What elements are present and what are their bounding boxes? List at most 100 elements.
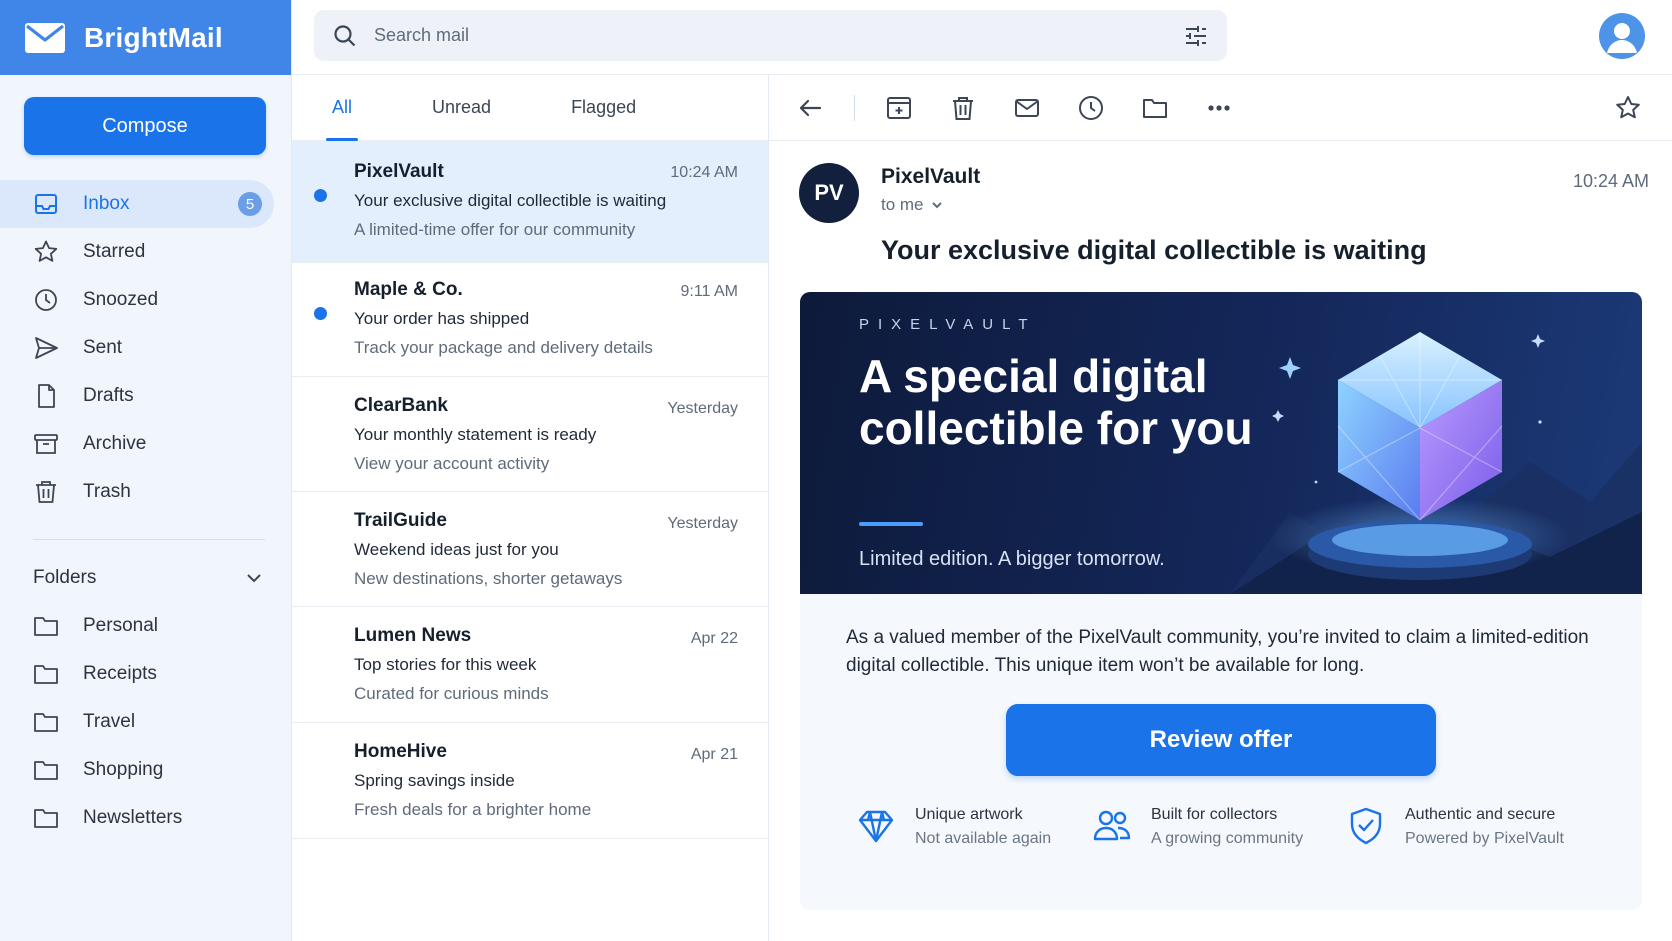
more-options-icon[interactable] xyxy=(1205,94,1233,122)
tab-all[interactable]: All xyxy=(316,75,368,141)
message-row[interactable]: HomeHive Apr 21 Spring savings inside Fr… xyxy=(292,723,768,839)
message-time: 10:24 AM xyxy=(1572,171,1649,191)
folder-item-newsletters[interactable]: Newsletters xyxy=(0,794,292,842)
brand-header[interactable]: BrightMail xyxy=(0,0,291,75)
search-bar[interactable] xyxy=(314,10,1227,61)
recipient-details[interactable]: to me xyxy=(881,195,944,215)
feature-title: Unique artwork xyxy=(915,806,1023,823)
star-icon[interactable] xyxy=(1614,94,1642,122)
folder-item-shopping[interactable]: Shopping xyxy=(0,746,292,794)
shield-icon xyxy=(1350,807,1382,845)
diamond-icon xyxy=(858,810,894,843)
sidebar-item-label: Inbox xyxy=(83,193,130,214)
sidebar-item-archive[interactable]: Archive xyxy=(0,420,292,468)
banner-tagline: Limited edition. A bigger tomorrow. xyxy=(859,548,1165,570)
compose-button[interactable]: Compose xyxy=(24,97,266,155)
sidebar-item-starred[interactable]: Starred xyxy=(0,228,292,276)
sidebar-item-inbox[interactable]: Inbox 5 xyxy=(0,180,274,228)
sidebar: BrightMail Compose Inbox 5 Starred Snooz… xyxy=(0,0,292,941)
message-subject-heading: Your exclusive digital collectible is wa… xyxy=(881,235,1427,265)
move-to-folder-icon[interactable] xyxy=(1141,94,1169,122)
message-toolbar xyxy=(769,75,1672,141)
message-row[interactable]: TrailGuide Yesterday Weekend ideas just … xyxy=(292,492,768,607)
recipient-label: to me xyxy=(881,195,924,214)
banner-headline: A special digital collectible for you xyxy=(859,350,1253,454)
feature-subtitle: A growing community xyxy=(1151,830,1304,847)
feature-item: Built for collectors A growing community xyxy=(1092,804,1303,848)
people-icon xyxy=(1093,810,1131,841)
email-body-text: As a valued member of the PixelVault com… xyxy=(846,627,1589,676)
folders-header[interactable]: Folders xyxy=(33,562,265,594)
chevron-down-icon[interactable] xyxy=(243,567,265,589)
sidebar-item-sent[interactable]: Sent xyxy=(0,324,292,372)
sidebar-item-label: Starred xyxy=(83,241,146,262)
tab-flagged[interactable]: Flagged xyxy=(555,75,652,141)
folder-item-label: Personal xyxy=(83,615,158,636)
trash-icon xyxy=(36,481,56,503)
mail-logo-icon xyxy=(25,22,65,53)
message-row[interactable]: ClearBank Yesterday Your monthly stateme… xyxy=(292,377,768,492)
message-subject: Your monthly statement is ready xyxy=(354,425,597,444)
message-list: All Unread Flagged PixelVault 10:24 AM Y… xyxy=(292,75,769,941)
message-row[interactable]: Maple & Co. 9:11 AM Your order has shipp… xyxy=(292,263,768,377)
sidebar-item-drafts[interactable]: Drafts xyxy=(0,372,292,420)
folder-item-travel[interactable]: Travel xyxy=(0,698,292,746)
message-time: 10:24 AM xyxy=(670,164,738,181)
search-input[interactable] xyxy=(374,25,1183,46)
sidebar-item-snoozed[interactable]: Snoozed xyxy=(0,276,292,324)
send-icon xyxy=(35,337,58,359)
feature-item: Unique artwork Not available again xyxy=(856,804,1051,848)
sidebar-divider xyxy=(33,539,265,540)
user-icon xyxy=(1607,23,1637,53)
message-sender: HomeHive xyxy=(354,741,447,762)
message-subject: Your exclusive digital collectible is wa… xyxy=(354,191,667,210)
unread-indicator xyxy=(314,189,327,202)
file-icon xyxy=(38,384,55,408)
folder-icon xyxy=(34,617,58,636)
sender-avatar[interactable]: PV xyxy=(799,163,859,223)
message-snippet: Track your package and delivery details xyxy=(354,338,653,357)
message-sender: Lumen News xyxy=(354,625,472,646)
snooze-clock-icon[interactable] xyxy=(1077,94,1105,122)
mark-unread-icon[interactable] xyxy=(1013,94,1041,122)
tab-unread[interactable]: Unread xyxy=(416,75,507,141)
message-snippet: Curated for curious minds xyxy=(354,684,549,703)
message-snippet: View your account activity xyxy=(354,454,550,473)
search-icon[interactable] xyxy=(332,23,358,49)
sidebar-item-label: Archive xyxy=(83,433,147,454)
toolbar-divider xyxy=(854,94,855,121)
filter-options-icon[interactable] xyxy=(1183,23,1209,49)
folder-icon xyxy=(34,713,58,732)
message-row[interactable]: PixelVault 10:24 AM Your exclusive digit… xyxy=(292,141,768,263)
trash-icon[interactable] xyxy=(949,94,977,122)
message-time: Yesterday xyxy=(667,515,738,532)
banner-eyebrow: PIXELVAULT xyxy=(859,316,1037,333)
unread-count-badge: 5 xyxy=(238,192,262,216)
account-avatar[interactable] xyxy=(1599,13,1645,59)
back-arrow-icon[interactable] xyxy=(796,94,824,122)
archive-icon[interactable] xyxy=(885,94,913,122)
message-snippet: A limited-time offer for our community xyxy=(354,220,636,239)
folder-item-label: Receipts xyxy=(83,663,157,684)
sidebar-item-label: Trash xyxy=(83,481,131,502)
message-snippet: Fresh deals for a brighter home xyxy=(354,800,592,819)
banner-accent-line xyxy=(859,522,923,526)
sidebar-item-label: Sent xyxy=(83,337,123,358)
archive-icon xyxy=(34,434,58,454)
feature-subtitle: Not available again xyxy=(915,830,1052,847)
app-name: BrightMail xyxy=(84,21,223,53)
mailbox-nav: Inbox 5 Starred Snoozed Sent Drafts Arch… xyxy=(0,180,292,516)
message-time: Apr 22 xyxy=(690,630,738,647)
message-subject: Spring savings inside xyxy=(354,771,515,790)
review-offer-button[interactable]: Review offer xyxy=(1006,704,1436,776)
message-time: Yesterday xyxy=(667,400,738,417)
sender-name[interactable]: PixelVault xyxy=(881,165,980,189)
folder-item-personal[interactable]: Personal xyxy=(0,602,292,650)
promo-banner: PIXELVAULT A special digital collectible… xyxy=(800,292,1642,594)
folder-item-receipts[interactable]: Receipts xyxy=(0,650,292,698)
folder-icon xyxy=(34,665,58,684)
sidebar-item-trash[interactable]: Trash xyxy=(0,468,292,516)
message-subject: Top stories for this week xyxy=(354,655,537,674)
message-row[interactable]: Lumen News Apr 22 Top stories for this w… xyxy=(292,607,768,723)
sidebar-item-label: Drafts xyxy=(83,385,134,406)
